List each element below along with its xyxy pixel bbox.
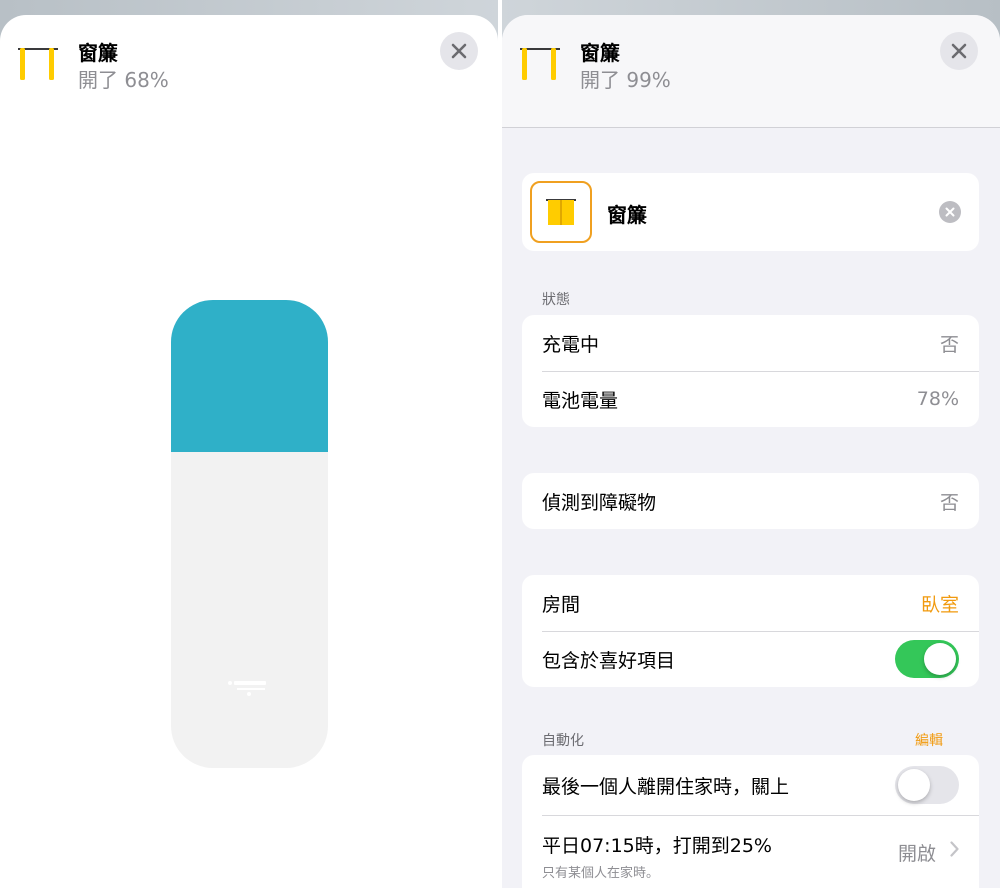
close-button[interactable]: [940, 32, 978, 70]
clear-name-button[interactable]: [939, 201, 961, 223]
toggle-knob: [924, 643, 956, 675]
obstruction-label: 偵測到障礙物: [542, 491, 657, 514]
automation-section-label: 自動化: [542, 733, 584, 749]
curtain-icon: [18, 48, 58, 80]
automation-item-leave: 最後一個人離開住家時，關上: [522, 755, 979, 815]
room-row[interactable]: 房間 臥室: [522, 575, 979, 631]
curtain-icon: [520, 48, 560, 80]
favorite-row: 包含於喜好項目: [522, 631, 979, 687]
favorite-label: 包含於喜好項目: [542, 649, 676, 672]
accessory-name-card: 窗簾: [522, 173, 979, 251]
room-favorite-card: 房間 臥室 包含於喜好項目: [522, 575, 979, 687]
charging-label: 充電中: [542, 333, 600, 356]
close-icon: [451, 43, 467, 59]
charging-row: 充電中 否: [522, 315, 979, 371]
automation-weekday-label: 平日07:15時，打開到25%: [542, 835, 772, 857]
battery-row: 電池電量 78%: [522, 371, 979, 427]
automation-card: 最後一個人離開住家時，關上 平日07:15時，打開到25% 只有某個人在家時。 …: [522, 755, 979, 888]
settings-header: 窗簾 開了 99%: [502, 15, 1000, 128]
automation-weekday-value: 開啟: [897, 843, 936, 865]
curtain-closed-icon: [546, 199, 576, 225]
close-icon: [951, 43, 967, 59]
accessory-status: 開了 68%: [78, 68, 169, 92]
status-section-label: 狀態: [542, 292, 570, 308]
toggle-knob: [898, 769, 930, 801]
automation-edit-button[interactable]: 編輯: [915, 730, 943, 750]
obstruction-card: 偵測到障礙物 否: [522, 473, 979, 529]
battery-label: 電池電量: [542, 389, 619, 412]
accessory-title: 窗簾: [78, 41, 118, 65]
curtain-control-panel: 窗簾 開了 68%: [0, 15, 498, 888]
battery-value: 78%: [916, 388, 959, 410]
automation-item-weekday[interactable]: 平日07:15時，打開到25% 只有某個人在家時。 開啟: [522, 815, 979, 888]
obstruction-row: 偵測到障礙物 否: [522, 473, 979, 529]
obstruction-value: 否: [939, 491, 959, 514]
close-button[interactable]: [440, 32, 478, 70]
automation-weekday-sub: 只有某個人在家時。: [542, 866, 660, 881]
curtain-position-slider[interactable]: [171, 300, 328, 768]
accessory-settings-panel: 窗簾 開了 99% 窗簾 狀態 充電中 否 電池電量 78% 偵測到障礙物 否 …: [502, 15, 1000, 888]
status-card: 充電中 否 電池電量 78%: [522, 315, 979, 427]
accessory-status: 開了 99%: [580, 68, 671, 92]
slider-fill: [171, 300, 328, 452]
accessory-title: 窗簾: [580, 41, 620, 65]
automation-leave-toggle[interactable]: [895, 766, 959, 804]
room-label: 房間: [542, 593, 581, 616]
charging-value: 否: [939, 333, 959, 356]
clear-icon: [945, 207, 955, 217]
accessory-icon-button[interactable]: [530, 181, 592, 243]
accessory-name-field[interactable]: 窗簾: [607, 199, 647, 228]
curtain-track-icon: [228, 681, 266, 696]
room-value[interactable]: 臥室: [921, 590, 959, 617]
favorite-toggle[interactable]: [895, 640, 959, 678]
chevron-right-icon: [950, 841, 959, 857]
automation-leave-label: 最後一個人離開住家時，關上: [542, 775, 790, 798]
